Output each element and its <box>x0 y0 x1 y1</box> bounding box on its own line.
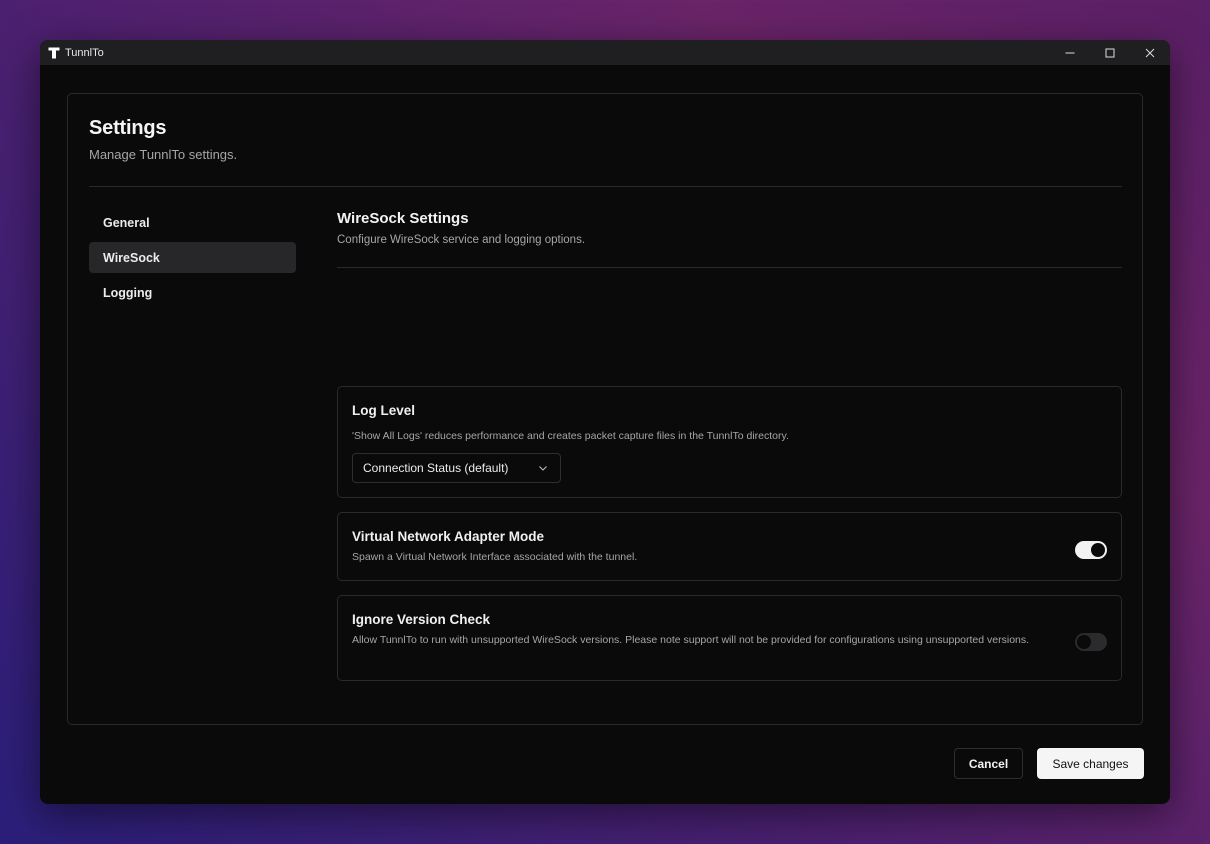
nav-item-wiresock[interactable]: WireSock <box>89 242 296 273</box>
minimize-icon <box>1065 52 1075 53</box>
version-check-toggle[interactable] <box>1075 633 1107 651</box>
maximize-icon <box>1105 48 1115 57</box>
window-title: TunnlTo <box>65 46 104 59</box>
maximize-button[interactable] <box>1090 40 1130 65</box>
save-changes-button[interactable]: Save changes <box>1037 748 1144 779</box>
version-check-description: Allow TunnlTo to run with unsupported Wi… <box>352 634 1030 646</box>
title-bar[interactable]: TunnlTo <box>40 40 1170 65</box>
log-level-select[interactable]: Connection Status (default) <box>352 453 561 483</box>
header-divider <box>89 186 1122 187</box>
settings-panel: Settings Manage TunnlTo settings. Genera… <box>67 93 1143 725</box>
section-divider <box>337 267 1122 268</box>
close-button[interactable] <box>1130 40 1170 65</box>
log-level-card: Log Level 'Show All Logs' reduces perfor… <box>337 386 1122 498</box>
version-check-title: Ignore Version Check <box>352 612 491 627</box>
toggle-knob <box>1077 635 1091 649</box>
close-icon <box>1145 48 1155 57</box>
settings-nav: General WireSock Logging <box>89 207 296 312</box>
cancel-button[interactable]: Cancel <box>954 748 1023 779</box>
settings-content: WireSock Settings Configure WireSock ser… <box>337 209 1122 681</box>
section-description: Configure WireSock service and logging o… <box>337 234 586 246</box>
adapter-mode-card: Virtual Network Adapter Mode Spawn a Vir… <box>337 512 1122 581</box>
window-controls <box>1050 40 1170 65</box>
app-window: TunnlTo Settings Manage TunnlTo settings… <box>40 40 1170 804</box>
nav-item-general[interactable]: General <box>89 207 296 238</box>
adapter-mode-toggle[interactable] <box>1075 541 1107 559</box>
version-check-card: Ignore Version Check Allow TunnlTo to ru… <box>337 595 1122 681</box>
log-level-description: 'Show All Logs' reduces performance and … <box>352 430 789 442</box>
chevron-down-icon <box>539 466 547 471</box>
adapter-mode-title: Virtual Network Adapter Mode <box>352 529 545 544</box>
section-title: WireSock Settings <box>337 210 469 227</box>
page-subtitle: Manage TunnlTo settings. <box>89 147 238 162</box>
page-title: Settings <box>89 117 167 139</box>
nav-item-logging[interactable]: Logging <box>89 277 296 308</box>
minimize-button[interactable] <box>1050 40 1090 65</box>
toggle-knob <box>1091 543 1105 557</box>
log-level-selected-value: Connection Status (default) <box>363 461 509 475</box>
adapter-mode-description: Spawn a Virtual Network Interface associ… <box>352 551 638 563</box>
log-level-title: Log Level <box>352 403 416 418</box>
tunnlto-logo-icon <box>47 46 61 60</box>
